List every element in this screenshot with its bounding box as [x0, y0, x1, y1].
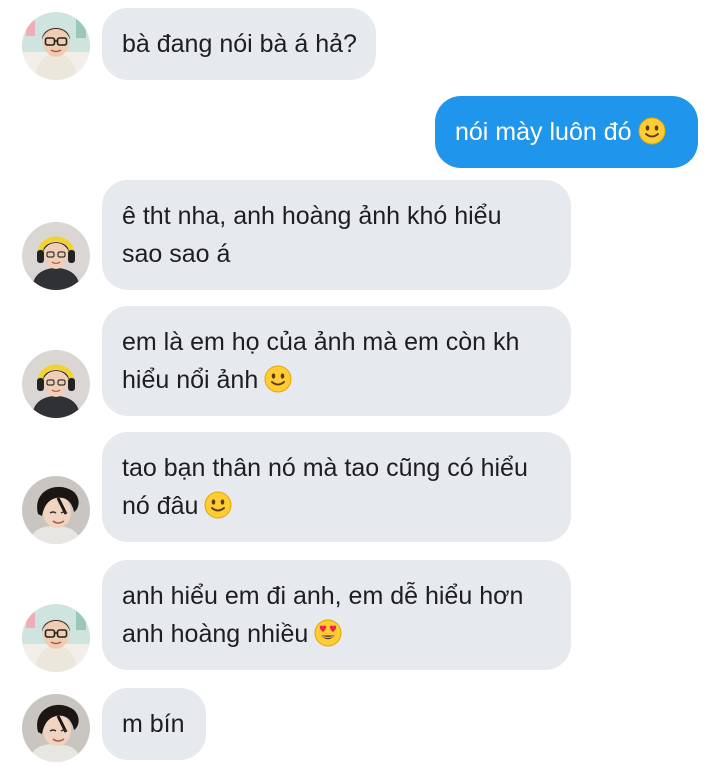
message-text-line: anh hiểu em đi anh, em dễ hiểu hơn	[122, 582, 524, 610]
smiling-face-emoji	[637, 117, 666, 145]
message-text: nó đâu	[122, 492, 199, 520]
avatar[interactable]	[22, 222, 90, 290]
avatar[interactable]	[22, 476, 90, 544]
chat-thread: bà đang nói bà á hả? nói mày luôn đó ê t…	[0, 0, 720, 767]
message-bubble-incoming[interactable]: em là em họ của ảnh mà em còn kh hiểu nổ…	[102, 306, 571, 416]
message-bubble-incoming[interactable]: anh hiểu em đi anh, em dễ hiểu hơn anh h…	[102, 560, 571, 670]
message-text: m bín	[122, 710, 185, 738]
smiling-face-emoji	[264, 365, 293, 393]
avatar[interactable]	[22, 12, 90, 80]
message-bubble-incoming[interactable]: m bín	[102, 688, 206, 760]
message-bubble-incoming[interactable]: bà đang nói bà á hả?	[102, 8, 376, 80]
message-bubble-incoming[interactable]: ê tht nha, anh hoàng ảnh khó hiểu sao sa…	[102, 180, 571, 290]
message-text: anh hoàng nhiều	[122, 620, 309, 648]
message-text-line: ê tht nha, anh hoàng ảnh khó hiểu	[122, 202, 502, 230]
message-text-line: em là em họ của ảnh mà em còn kh	[122, 328, 520, 356]
message-text-line-with-emoji: anh hoàng nhiều	[122, 615, 549, 653]
avatar[interactable]	[22, 604, 90, 672]
message-text: bà đang nói bà á hả?	[122, 30, 357, 58]
message-bubble-incoming[interactable]: tao bạn thân nó mà tao cũng có hiểu nó đ…	[102, 432, 571, 542]
avatar[interactable]	[22, 694, 90, 762]
message-text: hiểu nổi ảnh	[122, 366, 259, 394]
heart-eyes-emoji	[314, 619, 342, 647]
smiling-face-emoji	[204, 491, 233, 519]
message-text-line: tao bạn thân nó mà tao cũng có hiểu	[122, 454, 528, 482]
avatar[interactable]	[22, 350, 90, 418]
message-text-line: sao sao á	[122, 240, 231, 268]
message-text-line-with-emoji: hiểu nổi ảnh	[122, 361, 549, 399]
message-bubble-outgoing[interactable]: nói mày luôn đó	[435, 96, 698, 168]
message-text: nói mày luôn đó	[455, 118, 632, 146]
message-text-line-with-emoji: nó đâu	[122, 487, 549, 525]
